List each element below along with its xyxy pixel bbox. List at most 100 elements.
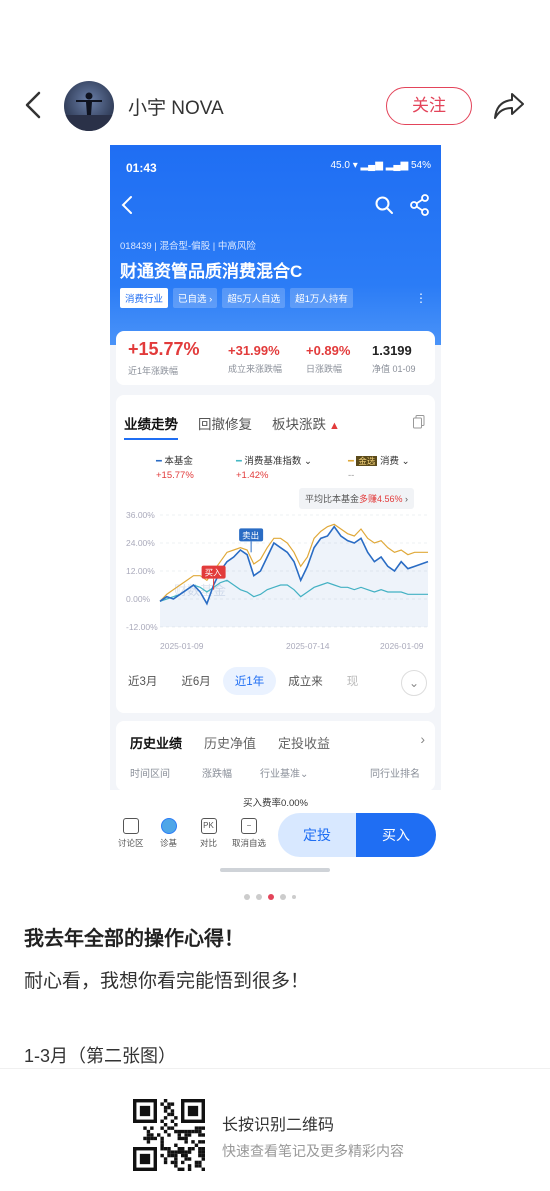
compare-button[interactable]: PK 对比 bbox=[200, 818, 217, 849]
avatar[interactable] bbox=[64, 81, 114, 131]
qr-module bbox=[198, 1164, 202, 1168]
qr-module bbox=[201, 1133, 205, 1137]
qr-module bbox=[201, 1126, 205, 1130]
legend-name: 消费 ⌄ bbox=[380, 456, 410, 467]
qr-module bbox=[170, 1150, 175, 1154]
qr-module bbox=[181, 1150, 185, 1154]
avg-badge-highlight: 多赚4.56% bbox=[359, 494, 403, 504]
qr-module bbox=[194, 1160, 199, 1165]
legend-marker: ━ bbox=[236, 456, 242, 467]
tab-performance[interactable]: 业绩走势 bbox=[124, 413, 178, 440]
back-arrow-icon[interactable] bbox=[22, 90, 46, 120]
fee-label: 买入费率0.00% bbox=[243, 798, 308, 809]
qr-module bbox=[174, 1150, 178, 1154]
unfavorite-button[interactable]: − 取消自选 bbox=[232, 818, 266, 849]
sip-button[interactable]: 定投 bbox=[278, 813, 356, 857]
range-more-label[interactable]: 现 bbox=[335, 667, 371, 695]
qr-module bbox=[177, 1167, 181, 1171]
follow-button[interactable]: 关注 bbox=[386, 87, 472, 125]
tag-favorited[interactable]: 已自选 › bbox=[173, 288, 218, 308]
chart-tabs: 业绩走势 回撤修复 板块涨跌 ▲ bbox=[124, 413, 340, 440]
pk-icon: PK bbox=[200, 818, 217, 834]
avg-badge[interactable]: 平均比本基金多赚4.56% › bbox=[299, 488, 415, 509]
range-since-inception[interactable]: 成立来 bbox=[276, 667, 335, 695]
legend-marker: ━ bbox=[156, 456, 162, 467]
buy-button[interactable]: 买入 bbox=[356, 813, 436, 857]
qr-footer: 长按识别二维码 快速查看笔记及更多精彩内容 bbox=[0, 1068, 550, 1191]
marker-label: 卖出 bbox=[242, 530, 259, 540]
carousel-dot[interactable] bbox=[292, 895, 296, 899]
tab-sector-label: 板块涨跌 bbox=[272, 417, 326, 432]
stat-value: 1.3199 bbox=[372, 343, 412, 358]
more-icon[interactable]: ⋮ bbox=[415, 291, 427, 305]
qr-module bbox=[181, 1136, 185, 1141]
tab-history-performance[interactable]: 历史业绩 bbox=[130, 733, 182, 752]
qr-module bbox=[167, 1153, 171, 1158]
carousel-dot-active[interactable] bbox=[268, 894, 274, 900]
col-change: 涨跌幅 bbox=[202, 769, 232, 780]
chat-icon bbox=[122, 818, 139, 834]
qr-module bbox=[150, 1133, 154, 1137]
qr-code[interactable] bbox=[133, 1099, 205, 1171]
chevron-right-icon[interactable]: › bbox=[420, 731, 425, 747]
qr-module bbox=[187, 1157, 192, 1161]
qr-module bbox=[160, 1102, 164, 1106]
share-icon[interactable] bbox=[492, 90, 526, 122]
tab-sector[interactable]: 板块涨跌 ▲ bbox=[272, 413, 340, 440]
qr-module bbox=[163, 1116, 168, 1120]
range-3m[interactable]: 近3月 bbox=[116, 667, 169, 695]
tab-history-nav[interactable]: 历史净值 bbox=[204, 733, 256, 752]
back-icon[interactable] bbox=[120, 195, 134, 215]
range-1y[interactable]: 近1年 bbox=[222, 667, 277, 695]
legend-benchmark[interactable]: ━ 消费基准指数 ⌄ +1.42% bbox=[236, 453, 312, 481]
search-icon[interactable] bbox=[374, 195, 394, 215]
qr-module bbox=[184, 1133, 188, 1137]
qr-module bbox=[167, 1105, 171, 1110]
qr-module bbox=[170, 1126, 175, 1130]
stat-label: 近1年涨跌幅 bbox=[128, 366, 179, 376]
qr-module bbox=[163, 1123, 168, 1127]
qr-module bbox=[198, 1133, 202, 1137]
carousel-dot[interactable] bbox=[280, 894, 286, 900]
tab-drawdown[interactable]: 回撤修复 bbox=[198, 413, 252, 440]
qr-module bbox=[194, 1164, 199, 1168]
legend-sector[interactable]: ━ 金选 消费 ⌄ -- bbox=[348, 453, 410, 481]
qr-module bbox=[184, 1129, 188, 1134]
tag-watchers: 超5万人自选 bbox=[222, 288, 286, 308]
qr-module bbox=[174, 1160, 178, 1165]
tab-sip-returns[interactable]: 定投收益 bbox=[278, 733, 330, 752]
qr-module bbox=[174, 1164, 178, 1168]
diagnose-button[interactable]: 诊基 bbox=[160, 818, 177, 849]
stat-1y: +15.77% 近1年涨跌幅 bbox=[128, 339, 200, 377]
marker-label: 买入 bbox=[205, 568, 223, 578]
username[interactable]: 小宇 NOVA bbox=[128, 93, 224, 120]
discussion-button[interactable]: 讨论区 bbox=[118, 818, 144, 849]
performance-chart[interactable]: 36.00% 24.00% 12.00% 0.00% -12.00%2025-01-09… bbox=[116, 507, 435, 657]
legend-fund[interactable]: ━ 本基金 +15.77% bbox=[156, 453, 194, 481]
status-time: 01:43 bbox=[126, 161, 157, 175]
qr-module bbox=[201, 1157, 205, 1161]
post-title: 我去年全部的操作心得！ bbox=[24, 928, 244, 950]
stat-label: 日涨跌幅 bbox=[306, 364, 343, 374]
share-icon[interactable] bbox=[410, 194, 430, 216]
qr-subtitle: 快速查看笔记及更多精彩内容 bbox=[222, 1143, 404, 1159]
chart-card: 业绩走势 回撤修复 板块涨跌 ▲ ━ 本基金 +15.77% ━ 消费基准指数 … bbox=[116, 395, 435, 713]
stat-since-inception: +31.99% 成立来涨跌幅 bbox=[228, 343, 282, 375]
chevron-down-icon[interactable]: ⌄ bbox=[401, 670, 427, 696]
qr-module bbox=[150, 1136, 154, 1141]
tag-industry[interactable]: 消费行业 bbox=[120, 288, 169, 308]
qr-module bbox=[191, 1147, 195, 1151]
qr-module bbox=[160, 1143, 164, 1147]
qr-module bbox=[160, 1126, 164, 1130]
qr-finder bbox=[139, 1105, 151, 1117]
copy-icon[interactable] bbox=[413, 415, 425, 429]
post-header: 小宇 NOVA 关注 bbox=[0, 76, 550, 136]
qr-module bbox=[170, 1109, 175, 1113]
range-6m[interactable]: 近6月 bbox=[169, 667, 222, 695]
post-paragraph: 1-3月（第二张图） bbox=[24, 1046, 177, 1066]
carousel-dot[interactable] bbox=[244, 894, 250, 900]
legend-change: -- bbox=[348, 470, 355, 481]
bottom-bar: 买入费率0.00% 讨论区 诊基 PK 对比 − 取消自选 定投 买入 bbox=[110, 790, 441, 875]
col-benchmark[interactable]: 行业基准⌄ bbox=[260, 765, 308, 780]
carousel-dot[interactable] bbox=[256, 894, 262, 900]
